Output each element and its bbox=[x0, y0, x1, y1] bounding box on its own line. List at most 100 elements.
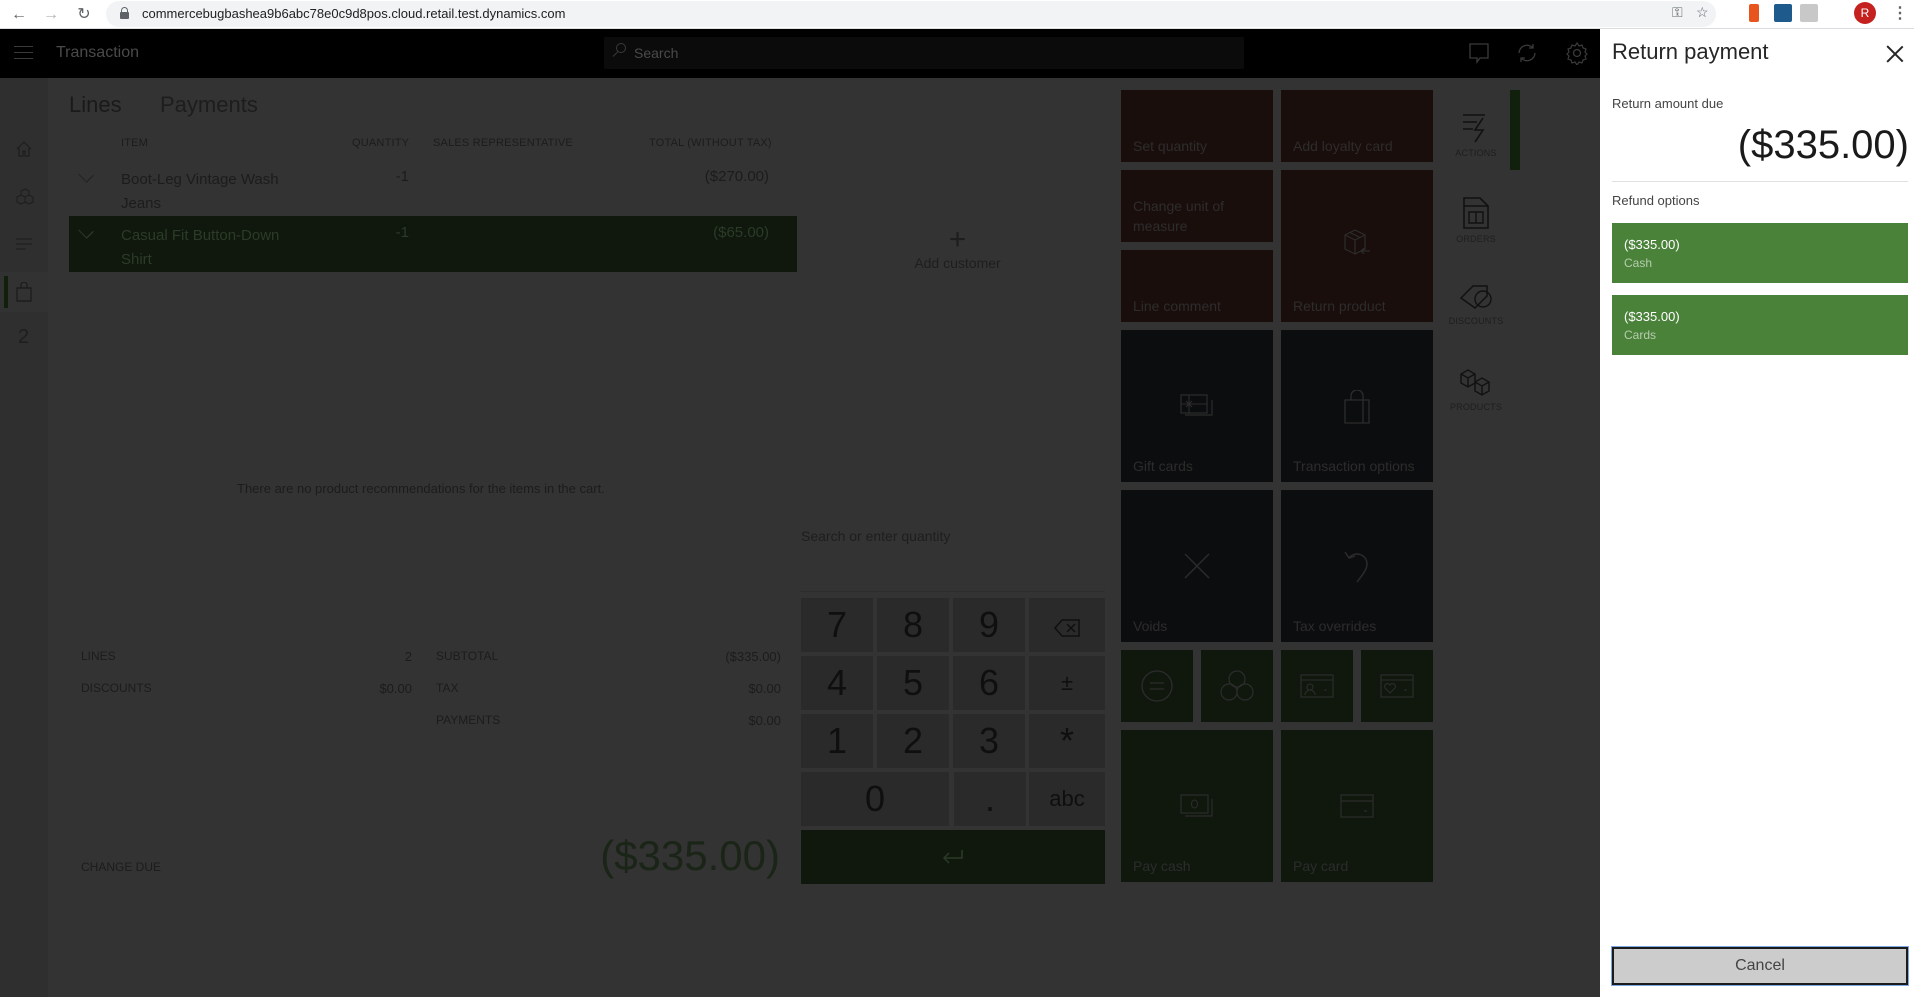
office-extension-icon[interactable] bbox=[1749, 4, 1759, 22]
loyalty-card-icon bbox=[1380, 674, 1414, 698]
tile-label: Tax overrides bbox=[1293, 618, 1377, 634]
key-5[interactable]: 5 bbox=[877, 656, 949, 710]
nav-home[interactable] bbox=[0, 130, 48, 170]
tax-overrides-tile[interactable]: Tax overrides bbox=[1281, 490, 1433, 642]
nav-count[interactable]: 2 bbox=[0, 318, 48, 358]
return-amount-due-value: ($335.00) bbox=[1737, 123, 1909, 167]
change-unit-tile[interactable]: Change unit of measure bbox=[1121, 170, 1273, 242]
tile-label: Pay card bbox=[1293, 858, 1349, 874]
tab-lines[interactable]: Lines bbox=[69, 92, 122, 118]
column-header-total[interactable]: TOTAL (WITHOUT TAX) bbox=[649, 137, 772, 149]
payments-value: $0.00 bbox=[748, 713, 781, 728]
abc-key[interactable]: abc bbox=[1029, 772, 1105, 826]
nav-actions[interactable]: ACTIONS bbox=[1446, 110, 1506, 178]
set-quantity-tile[interactable]: Set quantity bbox=[1121, 90, 1273, 162]
tile-label: Gift cards bbox=[1133, 458, 1193, 474]
item-quantity: -1 bbox=[395, 224, 409, 241]
table-row-selected[interactable]: Casual Fit Button-Down Shirt -1 ($65.00) bbox=[69, 216, 797, 272]
key-9[interactable]: 9 bbox=[953, 598, 1025, 652]
chat-icon[interactable] bbox=[1467, 41, 1491, 65]
credit-card-icon bbox=[1340, 794, 1374, 818]
gift-cards-tile[interactable]: Gift cards bbox=[1121, 330, 1273, 482]
refund-option-cards[interactable]: ($335.00) Cards bbox=[1612, 295, 1908, 355]
loyalty-card-tile[interactable] bbox=[1361, 650, 1433, 722]
plus-minus-key[interactable]: ± bbox=[1029, 656, 1105, 710]
transaction-options-tile[interactable]: Transaction options bbox=[1281, 330, 1433, 482]
pay-cash-tile[interactable]: Pay cash bbox=[1121, 730, 1273, 882]
enter-key[interactable] bbox=[801, 830, 1105, 884]
key-6[interactable]: 6 bbox=[953, 656, 1025, 710]
tax-value: $0.00 bbox=[748, 681, 781, 696]
add-customer-button[interactable]: + Add customer bbox=[900, 225, 1015, 275]
enter-icon bbox=[942, 850, 963, 864]
key-1[interactable]: 1 bbox=[801, 714, 873, 768]
nav-menu[interactable] bbox=[0, 225, 48, 265]
key-icon[interactable]: ⚿ bbox=[1672, 4, 1683, 21]
search-icon bbox=[612, 43, 626, 57]
nav-label: ACTIONS bbox=[1455, 148, 1497, 158]
search-box[interactable] bbox=[604, 37, 1244, 69]
key-7[interactable]: 7 bbox=[801, 598, 873, 652]
voids-tile[interactable]: Voids bbox=[1121, 490, 1273, 642]
menu-list-icon bbox=[16, 238, 32, 250]
address-bar[interactable]: commercebugbashea9b6abc78e0c9d8pos.cloud… bbox=[106, 1, 1716, 27]
reload-icon[interactable]: ↻ bbox=[73, 4, 95, 26]
tab-payments[interactable]: Payments bbox=[160, 92, 258, 118]
extension-icon[interactable] bbox=[1774, 4, 1792, 22]
backspace-key[interactable] bbox=[1029, 598, 1105, 652]
nav-discounts[interactable]: DISCOUNTS bbox=[1446, 282, 1506, 350]
discounts-value: $0.00 bbox=[379, 681, 412, 696]
star-icon[interactable]: ☆ bbox=[1696, 4, 1709, 21]
left-nav: 2 bbox=[0, 78, 48, 997]
shopping-bag-icon bbox=[1344, 390, 1370, 424]
tile-label: Return product bbox=[1293, 298, 1386, 314]
tile-label: Voids bbox=[1133, 618, 1168, 634]
orders-document-icon bbox=[1463, 197, 1489, 229]
refund-option-cash[interactable]: ($335.00) Cash bbox=[1612, 223, 1908, 283]
column-header-sales-rep[interactable]: SALES REPRESENTATIVE bbox=[433, 137, 573, 149]
tile-label: Pay cash bbox=[1133, 858, 1191, 874]
extension-icon-2[interactable] bbox=[1800, 4, 1818, 22]
key-3[interactable]: 3 bbox=[953, 714, 1025, 768]
key-4[interactable]: 4 bbox=[801, 656, 873, 710]
table-row[interactable]: Boot-Leg Vintage Wash Jeans -1 ($270.00) bbox=[69, 160, 797, 216]
nav-transaction[interactable] bbox=[0, 272, 48, 312]
browser-menu-icon[interactable]: ⋮ bbox=[1892, 3, 1908, 23]
nav-products-right[interactable]: PRODUCTS bbox=[1446, 368, 1506, 436]
line-comment-tile[interactable]: Line comment bbox=[1121, 250, 1273, 322]
cancel-button[interactable]: Cancel bbox=[1611, 946, 1909, 986]
tile-label: Set quantity bbox=[1133, 138, 1207, 154]
key-0[interactable]: 0 bbox=[801, 772, 949, 826]
add-loyalty-card-tile[interactable]: Add loyalty card bbox=[1281, 90, 1433, 162]
customer-account-tile[interactable] bbox=[1281, 650, 1353, 722]
column-header-quantity[interactable]: QUANTITY bbox=[352, 137, 409, 149]
quantity-search-input[interactable] bbox=[800, 520, 1105, 592]
sync-icon[interactable] bbox=[1515, 41, 1539, 65]
nav-orders[interactable]: ORDERS bbox=[1446, 196, 1506, 264]
count-label: 2 bbox=[18, 326, 30, 348]
no-recommendations-text: There are no product recommendations for… bbox=[237, 481, 605, 496]
browser-toolbar: ← → ↻ commercebugbashea9b6abc78e0c9d8pos… bbox=[0, 0, 1914, 29]
forward-arrow-icon[interactable]: → bbox=[40, 4, 62, 26]
nav-products[interactable] bbox=[0, 178, 48, 218]
key-2[interactable]: 2 bbox=[877, 714, 949, 768]
hamburger-menu-icon[interactable] bbox=[14, 46, 33, 60]
profile-avatar[interactable]: R bbox=[1854, 2, 1876, 24]
chevron-down-icon[interactable] bbox=[78, 167, 94, 183]
back-arrow-icon[interactable]: ← bbox=[8, 4, 30, 26]
column-header-item[interactable]: ITEM bbox=[121, 137, 148, 149]
settings-gear-icon[interactable] bbox=[1565, 41, 1589, 65]
refund-method: Cards bbox=[1624, 328, 1657, 342]
multiply-key[interactable]: * bbox=[1029, 714, 1105, 768]
search-input[interactable] bbox=[634, 41, 1234, 65]
payment-exact-tile[interactable] bbox=[1121, 650, 1193, 722]
close-icon[interactable] bbox=[1884, 43, 1906, 65]
key-8[interactable]: 8 bbox=[877, 598, 949, 652]
chevron-down-icon[interactable] bbox=[78, 223, 94, 239]
decimal-key[interactable]: . bbox=[954, 772, 1026, 826]
pay-card-tile[interactable]: Pay card bbox=[1281, 730, 1433, 882]
discount-tag-icon bbox=[1459, 285, 1492, 309]
return-product-tile[interactable]: Return product bbox=[1281, 170, 1433, 322]
tax-label: TAX bbox=[436, 681, 459, 695]
currency-tile[interactable] bbox=[1201, 650, 1273, 722]
